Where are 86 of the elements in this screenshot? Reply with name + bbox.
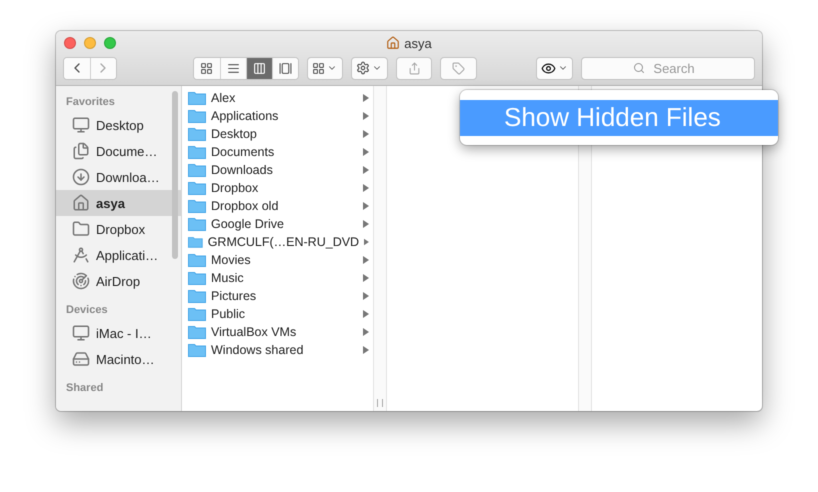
folder-icon	[188, 235, 203, 249]
caret-icon	[363, 346, 369, 354]
hard-drive-icon	[72, 350, 90, 368]
radar-icon	[72, 272, 90, 290]
folder-row[interactable]: Google Drive	[182, 215, 373, 233]
search-field[interactable]: Search	[581, 56, 756, 80]
share-icon	[408, 62, 421, 74]
folder-row[interactable]: VirtualBox VMs	[182, 323, 373, 341]
caret-icon	[363, 166, 369, 174]
caret-icon	[363, 112, 369, 120]
documents-icon	[72, 142, 90, 160]
sidebar-item[interactable]: Desktop	[56, 112, 181, 138]
home-icon	[72, 194, 90, 212]
window-title: asya	[404, 36, 432, 50]
folder-row[interactable]: Alex	[182, 89, 373, 107]
arrange-button[interactable]	[306, 56, 344, 80]
sidebar-item[interactable]: iMac - I…	[56, 320, 181, 346]
folder-icon	[188, 325, 206, 339]
sidebar-item[interactable]: Applicati…	[56, 242, 181, 268]
folder-row[interactable]: Documents	[182, 143, 373, 161]
columns-icon	[252, 62, 266, 74]
folder-row[interactable]: Desktop	[182, 125, 373, 143]
sidebar-header: Favorites	[65, 95, 116, 110]
folder-icon	[188, 199, 206, 213]
folder-row[interactable]: Pictures	[182, 287, 373, 305]
folder-row[interactable]: Movies	[182, 251, 373, 269]
search-icon	[633, 62, 646, 74]
folder-row[interactable]: Windows shared	[182, 341, 373, 359]
folder-icon	[188, 109, 206, 123]
folder-icon	[188, 217, 206, 231]
download-icon	[72, 168, 90, 186]
caret-icon	[363, 184, 369, 192]
folder-icon	[188, 127, 206, 141]
close-button[interactable]	[64, 37, 76, 49]
folder-icon	[188, 343, 206, 357]
grid-icon	[312, 62, 326, 74]
folder-icon	[188, 307, 206, 321]
caret-icon	[363, 310, 369, 318]
caret-icon	[363, 256, 369, 264]
gallery-icon	[278, 62, 292, 74]
sidebar-header: Shared	[65, 381, 104, 396]
caret-icon	[363, 220, 369, 228]
folder-icon	[188, 91, 206, 105]
gallery-view-button[interactable]	[272, 58, 298, 78]
caret-icon	[364, 238, 369, 246]
eye-button[interactable]	[536, 56, 574, 80]
folder-row[interactable]: Downloads	[182, 161, 373, 179]
sidebar-item[interactable]: Macinto…	[56, 346, 181, 372]
sidebar-item[interactable]: AirDrop	[56, 268, 181, 294]
caret-icon	[363, 274, 369, 282]
folder-row[interactable]: Public	[182, 305, 373, 323]
sidebar-item[interactable]: Downloa…	[56, 164, 181, 190]
folder-icon	[188, 181, 206, 195]
caret-icon	[363, 148, 369, 156]
caret-icon	[363, 202, 369, 210]
folder-icon	[72, 220, 90, 238]
folder-row[interactable]: Dropbox	[182, 179, 373, 197]
sidebar-item[interactable]: Dropbox	[56, 216, 181, 242]
folder-row[interactable]: Applications	[182, 107, 373, 125]
grid-icon	[200, 62, 214, 74]
folder-icon	[188, 253, 206, 267]
caret-icon	[363, 94, 369, 102]
folder-icon	[188, 271, 206, 285]
list-icon	[226, 62, 240, 74]
monitor-icon	[72, 324, 90, 342]
folder-row[interactable]: Dropbox old	[182, 197, 373, 215]
caret-icon	[363, 292, 369, 300]
resize-handle[interactable]	[377, 399, 383, 407]
folder-icon	[188, 145, 206, 159]
compass-icon	[72, 246, 90, 264]
monitor-icon	[72, 116, 90, 134]
folder-icon	[188, 163, 206, 177]
folder-icon	[188, 289, 206, 303]
caret-icon	[363, 328, 369, 336]
gear-icon	[356, 61, 370, 75]
caret-icon	[363, 130, 369, 138]
sidebar-item[interactable]: Docume…	[56, 138, 181, 164]
tag-icon	[452, 62, 466, 74]
folder-row[interactable]: Music	[182, 269, 373, 287]
eye-icon	[541, 60, 556, 76]
home-icon	[386, 36, 400, 50]
folder-row[interactable]: GRMCULF(…EN-RU_DVD	[182, 233, 373, 251]
sidebar-item[interactable]: asya	[56, 190, 181, 216]
sidebar-header: Devices	[65, 303, 109, 318]
action-button[interactable]	[351, 56, 388, 80]
column-view-button[interactable]	[246, 58, 272, 78]
